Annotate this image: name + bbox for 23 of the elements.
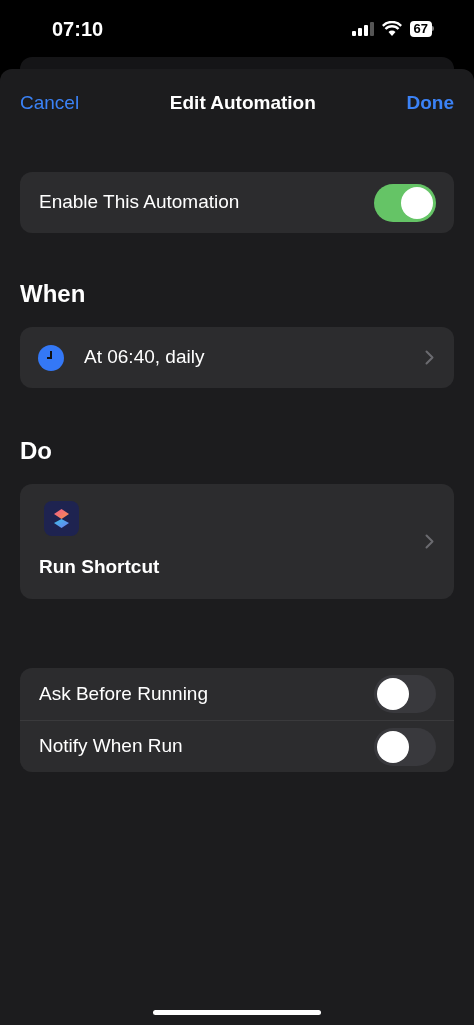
action-row[interactable]: Run Shortcut bbox=[20, 484, 454, 599]
toggle-switch[interactable] bbox=[374, 183, 436, 222]
chevron-icon bbox=[425, 350, 434, 365]
shortcuts-app-icon bbox=[44, 501, 79, 537]
trigger-row[interactable]: At 06:40, daily bbox=[20, 327, 454, 388]
toggle-switch[interactable] bbox=[374, 727, 436, 766]
option-label: Ask Before Running bbox=[39, 681, 208, 706]
trigger-label: At 06:40, daily bbox=[84, 345, 206, 370]
signal-icon bbox=[351, 21, 374, 36]
status-time: 07:10 bbox=[52, 16, 104, 42]
chevron-icon bbox=[425, 534, 434, 549]
toggle-switch[interactable] bbox=[374, 675, 436, 713]
cancel-button[interactable]: Cancel bbox=[20, 88, 80, 118]
battery-indicator: 67 bbox=[409, 20, 434, 37]
section-heading: Do bbox=[20, 436, 53, 466]
action-label: Run Shortcut bbox=[39, 555, 161, 580]
enable-label: Enable This Automation bbox=[39, 190, 240, 215]
section-heading: When bbox=[20, 279, 87, 309]
wifi-icon bbox=[381, 21, 402, 36]
clock-icon bbox=[38, 344, 64, 371]
done-button[interactable]: Done bbox=[406, 88, 454, 118]
sheet-title: Edit Automation bbox=[169, 90, 316, 115]
option-label: Notify When Run bbox=[39, 734, 183, 759]
